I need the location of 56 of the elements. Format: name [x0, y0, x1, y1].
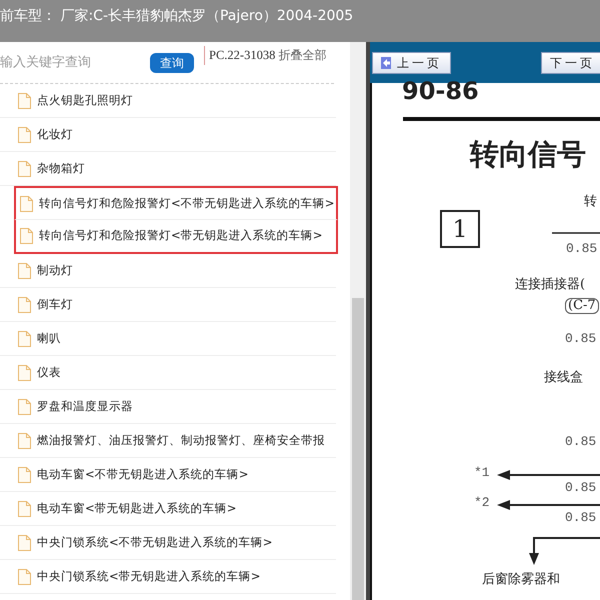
document-icon [18, 398, 31, 414]
document-icon [18, 262, 31, 278]
note-label: *2 [474, 496, 490, 510]
document-icon [18, 534, 31, 550]
document-icon [20, 228, 33, 244]
wire-size-label: 0.85 [565, 435, 596, 450]
wire-size-label: 0.85 [565, 511, 596, 526]
wire-arrow [529, 537, 600, 565]
scrollbar-thumb[interactable] [352, 298, 364, 600]
page-number: 90-86 [402, 77, 479, 105]
diagram-label: 转 [584, 195, 597, 210]
connector-label: (C-7 [565, 298, 599, 314]
document-icon [18, 126, 31, 142]
tree-item[interactable]: 中央门锁系统<带无钥匙进入系统的车辆> [0, 560, 336, 594]
tree-item[interactable]: 倒车灯 [0, 288, 336, 322]
tree-item[interactable]: 罗盘和温度显示器 [0, 390, 336, 424]
diagram-label: 连接插接器( [515, 278, 586, 292]
tree-item[interactable]: 化妆灯 [0, 118, 336, 152]
document-icon [18, 364, 31, 380]
diagram-title: 转向信号 [470, 136, 586, 173]
document-icon [18, 296, 31, 312]
previous-page-button[interactable]: 上一页 [372, 52, 451, 74]
tree-item[interactable]: 点火钥匙孔照明灯 [0, 84, 336, 118]
document-icon [18, 432, 31, 448]
document-icon [18, 160, 31, 176]
tree-item[interactable]: 电动车窗<不带无钥匙进入系统的车辆> [0, 458, 336, 492]
vehicle-title: 前车型： 厂家:C-长丰猎豹帕杰罗（Pajero）2004-2005 [0, 0, 600, 42]
diagram-label: 后窗除雾器和 [482, 573, 560, 588]
diagram-label: 接线盒 [544, 371, 583, 386]
wire-size-label: 0.85 [565, 332, 596, 346]
tree-item[interactable]: 转向信号灯和危险报警灯<带无钥匙进入系统的车辆> [14, 220, 338, 254]
tree-item[interactable]: 杂物箱灯 [0, 152, 336, 186]
tree-item[interactable]: 喇叭 [0, 322, 336, 356]
tree-item[interactable]: 仪表 [0, 356, 336, 390]
document-icon [20, 196, 33, 212]
document-icon [18, 92, 31, 108]
wire-size-label: 0.85 [566, 242, 598, 256]
next-page-button[interactable]: 下一页 [541, 52, 600, 74]
left-arrow-icon [381, 56, 391, 68]
tree-item[interactable]: 燃油报警灯、油压报警灯、制动报警灯、座椅安全带报 [0, 424, 336, 458]
tree-item[interactable]: 电动车窗<带无钥匙进入系统的车辆> [0, 492, 336, 526]
document-icon [18, 568, 31, 584]
document-icon [18, 466, 31, 482]
document-icon [18, 330, 31, 346]
tree-item[interactable]: 中央门锁系统<不带无钥匙进入系统的车辆> [0, 526, 336, 560]
scrollbar[interactable] [350, 42, 366, 600]
tree-item[interactable]: 制动灯 [0, 254, 336, 288]
part-code: PC.22-31038 [209, 48, 276, 62]
document-icon [18, 500, 31, 516]
tree-item[interactable]: 转向信号灯和危险报警灯<不带无钥匙进入系统的车辆> [14, 186, 338, 220]
wire-line [552, 232, 600, 234]
circuit-number: 1 [440, 210, 480, 248]
collapse-all-link[interactable]: 折叠全部 [278, 48, 326, 62]
search-button[interactable]: 查询 [150, 52, 194, 72]
wire-size-label: 0.85 [565, 481, 596, 496]
note-label: *1 [474, 466, 490, 480]
